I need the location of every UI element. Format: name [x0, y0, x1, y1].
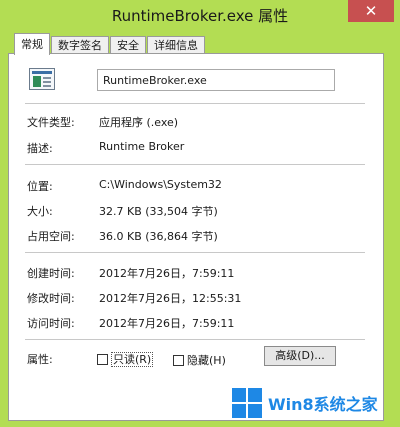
application-icon: [29, 68, 55, 90]
accessed-label: 访问时间:: [27, 317, 75, 330]
modified-value: 2012年7月26日，12:55:31: [99, 292, 242, 305]
hidden-option[interactable]: 隐藏(H): [173, 352, 226, 368]
description-label: 描述:: [27, 142, 53, 155]
file-type-value: 应用程序 (.exe): [99, 116, 179, 129]
location-value: C:\Windows\System32: [99, 178, 222, 191]
hidden-label[interactable]: 隐藏(H): [187, 352, 226, 368]
file-type-label: 文件类型:: [27, 116, 75, 129]
readonly-checkbox[interactable]: [97, 354, 108, 365]
advanced-button[interactable]: 高级(D)...: [264, 346, 336, 366]
title-bar[interactable]: RuntimeBroker.exe 属性 ✕: [0, 0, 400, 30]
location-label: 位置:: [27, 180, 53, 193]
general-panel: 文件类型: 应用程序 (.exe) 描述: Runtime Broker 位置:…: [8, 53, 384, 421]
readonly-label[interactable]: 只读(R): [111, 352, 154, 367]
divider: [25, 103, 365, 104]
tab-digital-signatures[interactable]: 数字签名: [51, 36, 109, 54]
accessed-value: 2012年7月26日，7:59:11: [99, 317, 235, 330]
created-value: 2012年7月26日，7:59:11: [99, 267, 235, 280]
created-label: 创建时间:: [27, 267, 75, 280]
size-label: 大小:: [27, 205, 53, 218]
attributes-label: 属性:: [27, 353, 53, 366]
size-value: 32.7 KB (33,504 字节): [99, 205, 218, 218]
properties-window: RuntimeBroker.exe 属性 ✕ 常规 数字签名 安全 详细信息 文…: [0, 0, 400, 427]
close-icon: ✕: [364, 1, 378, 20]
size-on-disk-value: 36.0 KB (36,864 字节): [99, 230, 218, 243]
tab-security[interactable]: 安全: [110, 36, 146, 54]
size-on-disk-label: 占用空间:: [27, 230, 75, 243]
watermark-text: Win8系统之家: [268, 395, 378, 414]
tab-strip: 常规 数字签名 安全 详细信息: [14, 32, 206, 55]
window-title: RuntimeBroker.exe 属性: [111, 7, 289, 25]
filename-input[interactable]: [97, 69, 335, 91]
tab-general[interactable]: 常规: [14, 33, 50, 55]
description-value: Runtime Broker: [99, 140, 185, 153]
close-button[interactable]: ✕: [348, 0, 394, 22]
hidden-checkbox[interactable]: [173, 354, 184, 366]
watermark: Win8系统之家: [232, 385, 394, 421]
divider: [25, 164, 365, 165]
divider: [25, 339, 365, 340]
divider: [25, 252, 365, 253]
tab-details[interactable]: 详细信息: [147, 36, 205, 54]
readonly-option[interactable]: 只读(R): [97, 352, 154, 367]
windows-logo-icon: [232, 388, 262, 418]
modified-label: 修改时间:: [27, 292, 75, 305]
